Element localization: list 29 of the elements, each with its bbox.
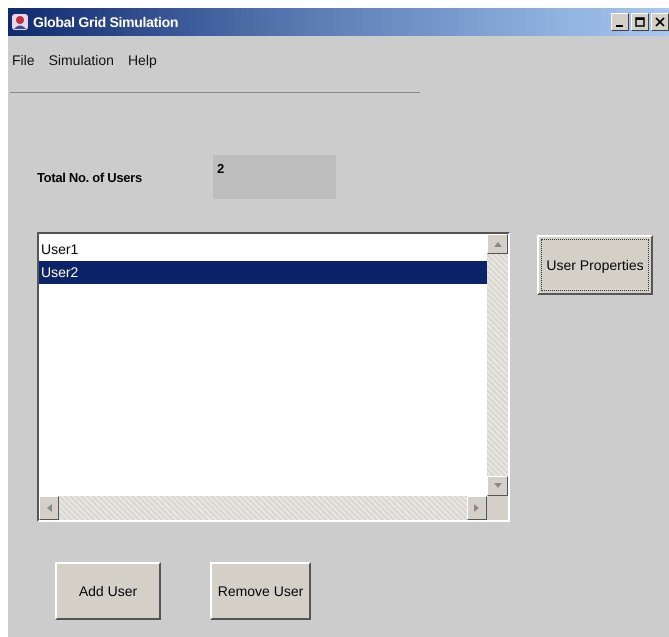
total-users-label: Total No. of Users bbox=[37, 170, 143, 184]
remove-user-button[interactable]: Remove User bbox=[210, 562, 311, 620]
minimize-icon bbox=[616, 24, 622, 26]
down-arrow-icon bbox=[492, 482, 502, 490]
close-button[interactable] bbox=[651, 13, 669, 31]
user-list-item[interactable]: User1 bbox=[39, 238, 487, 261]
user-list-item[interactable]: User2 bbox=[39, 261, 487, 284]
menu-item[interactable]: File bbox=[12, 52, 35, 76]
horizontal-scrollbar[interactable] bbox=[39, 496, 487, 520]
app-icon bbox=[11, 13, 29, 31]
maximize-button[interactable] bbox=[631, 13, 649, 31]
menu-item[interactable]: Simulation bbox=[48, 52, 114, 76]
left-arrow-icon bbox=[45, 503, 53, 513]
scroll-left-button[interactable] bbox=[39, 496, 59, 520]
minimize-button[interactable] bbox=[611, 13, 629, 31]
add-user-button[interactable]: Add User bbox=[55, 562, 161, 620]
scroll-up-button[interactable] bbox=[487, 234, 508, 254]
scroll-right-button[interactable] bbox=[467, 496, 487, 520]
scroll-down-button[interactable] bbox=[487, 476, 508, 496]
up-arrow-icon bbox=[492, 240, 502, 248]
total-users-field: 2 bbox=[213, 155, 336, 199]
scrollbar-corner bbox=[487, 496, 508, 520]
maximize-icon bbox=[635, 17, 645, 27]
menu-item[interactable]: Help bbox=[128, 52, 157, 76]
vertical-scrollbar[interactable] bbox=[487, 234, 508, 496]
close-icon bbox=[655, 17, 665, 27]
user-properties-button[interactable]: User Properties bbox=[537, 235, 653, 295]
right-arrow-icon bbox=[473, 503, 481, 513]
window-title: Global Grid Simulation bbox=[33, 14, 178, 30]
